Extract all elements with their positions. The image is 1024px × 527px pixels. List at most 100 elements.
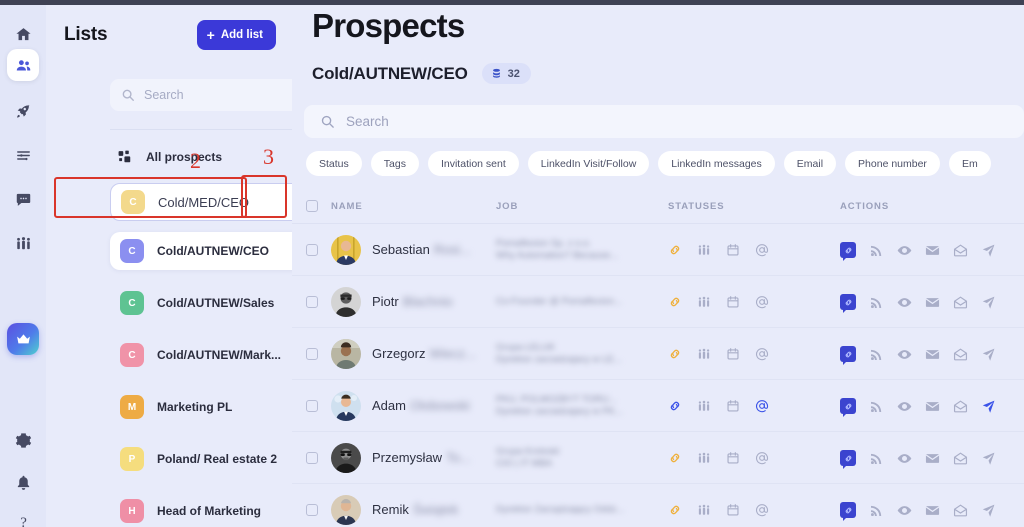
crown-icon[interactable] bbox=[7, 323, 39, 355]
prospects-icon[interactable] bbox=[7, 49, 39, 81]
row-checkbox[interactable] bbox=[306, 296, 318, 308]
linkedin-link-icon[interactable] bbox=[840, 346, 856, 365]
row-checkbox[interactable] bbox=[306, 504, 318, 516]
eye-icon[interactable] bbox=[897, 295, 912, 310]
rss-icon[interactable] bbox=[869, 295, 884, 310]
at-icon[interactable] bbox=[755, 347, 769, 361]
table-row[interactable]: Adam Olobowski PKU, POLMOZBYT TORU... Dyr… bbox=[292, 380, 1024, 432]
open-mail-icon[interactable] bbox=[953, 347, 968, 362]
linkedin-link-icon[interactable] bbox=[840, 450, 856, 469]
filter-chip-email-truncated[interactable]: Em bbox=[948, 151, 991, 176]
link-icon[interactable] bbox=[668, 399, 682, 413]
eye-icon[interactable] bbox=[897, 399, 912, 414]
filter-chip-tags[interactable]: Tags bbox=[370, 151, 419, 176]
link-icon[interactable] bbox=[668, 295, 682, 309]
add-list-button[interactable]: + Add list bbox=[196, 20, 276, 50]
chat-icon[interactable] bbox=[7, 183, 39, 215]
open-mail-icon[interactable] bbox=[953, 399, 968, 414]
mail-icon[interactable] bbox=[925, 347, 940, 362]
filters-icon[interactable] bbox=[7, 139, 39, 171]
people-icon[interactable] bbox=[697, 399, 711, 413]
calendar-icon[interactable] bbox=[726, 295, 740, 309]
mail-icon[interactable] bbox=[925, 243, 940, 258]
at-icon[interactable] bbox=[755, 243, 769, 257]
send-icon[interactable] bbox=[981, 503, 996, 518]
filter-chip-status[interactable]: Status bbox=[306, 151, 362, 176]
list-item-cold-med-ceo[interactable]: C Cold/MED/CEO bbox=[110, 183, 318, 221]
bell-icon[interactable] bbox=[7, 466, 39, 498]
open-mail-icon[interactable] bbox=[953, 243, 968, 258]
people-icon[interactable] bbox=[697, 347, 711, 361]
eye-icon[interactable] bbox=[897, 243, 912, 258]
link-icon[interactable] bbox=[668, 451, 682, 465]
list-item-cold-autnew-sales[interactable]: C Cold/AUTNEW/Sales bbox=[110, 284, 318, 322]
mail-icon[interactable] bbox=[925, 295, 940, 310]
rss-icon[interactable] bbox=[869, 399, 884, 414]
send-icon[interactable] bbox=[981, 451, 996, 466]
send-icon[interactable] bbox=[981, 399, 996, 414]
calendar-icon[interactable] bbox=[726, 347, 740, 361]
list-item-head-of-marketing[interactable]: H Head of Marketing bbox=[110, 492, 318, 527]
table-row[interactable]: Remik Świątek Dyrektor Zarządzający Oddz.… bbox=[292, 484, 1024, 527]
prospects-search-field[interactable]: Search bbox=[304, 105, 1024, 138]
linkedin-link-icon[interactable] bbox=[840, 242, 856, 261]
linkedin-link-icon[interactable] bbox=[840, 398, 856, 417]
select-all-checkbox[interactable] bbox=[306, 200, 318, 212]
send-icon[interactable] bbox=[981, 347, 996, 362]
table-row[interactable]: Przemysław To... Grupa Krotoski CIO | IT … bbox=[292, 432, 1024, 484]
calendar-icon[interactable] bbox=[726, 243, 740, 257]
people-icon[interactable] bbox=[697, 503, 711, 517]
rss-icon[interactable] bbox=[869, 503, 884, 518]
eye-icon[interactable] bbox=[897, 503, 912, 518]
row-checkbox[interactable] bbox=[306, 452, 318, 464]
rss-icon[interactable] bbox=[869, 347, 884, 362]
mail-icon[interactable] bbox=[925, 399, 940, 414]
filter-chip-email[interactable]: Email bbox=[783, 151, 837, 176]
calendar-icon[interactable] bbox=[726, 399, 740, 413]
eye-icon[interactable] bbox=[897, 347, 912, 362]
link-icon[interactable] bbox=[668, 243, 682, 257]
table-row[interactable]: Sebastian Rosi... Pomaflexion Sp. z o.o. … bbox=[292, 224, 1024, 276]
list-item-cold-autnew-mark[interactable]: C Cold/AUTNEW/Mark... bbox=[110, 336, 318, 374]
row-checkbox[interactable] bbox=[306, 400, 318, 412]
team-icon[interactable] bbox=[7, 227, 39, 259]
people-icon[interactable] bbox=[697, 243, 711, 257]
row-checkbox[interactable] bbox=[306, 244, 318, 256]
linkedin-link-icon[interactable] bbox=[840, 502, 856, 521]
list-item-marketing-pl[interactable]: M Marketing PL bbox=[110, 388, 318, 426]
at-icon[interactable] bbox=[755, 503, 769, 517]
at-icon[interactable] bbox=[755, 295, 769, 309]
calendar-icon[interactable] bbox=[726, 451, 740, 465]
mail-icon[interactable] bbox=[925, 503, 940, 518]
rss-icon[interactable] bbox=[869, 451, 884, 466]
send-icon[interactable] bbox=[981, 243, 996, 258]
linkedin-link-icon[interactable] bbox=[840, 294, 856, 313]
open-mail-icon[interactable] bbox=[953, 503, 968, 518]
rocket-icon[interactable] bbox=[7, 95, 39, 127]
link-icon[interactable] bbox=[668, 347, 682, 361]
filter-chip-linkedin-messages[interactable]: LinkedIn messages bbox=[658, 151, 775, 176]
filter-chip-invitation-sent[interactable]: Invitation sent bbox=[427, 151, 519, 176]
table-row[interactable]: Piotr Blachnio Co-Founder @ Pomaflexion..… bbox=[292, 276, 1024, 328]
table-row[interactable]: Grzegorz Wiecz... Grupa LELUK Dyrektor za… bbox=[292, 328, 1024, 380]
row-checkbox[interactable] bbox=[306, 348, 318, 360]
open-mail-icon[interactable] bbox=[953, 451, 968, 466]
help-icon[interactable]: ? bbox=[7, 505, 39, 527]
filter-chip-linkedin-visit-follow[interactable]: LinkedIn Visit/Follow bbox=[527, 151, 650, 176]
gear-icon[interactable] bbox=[7, 424, 39, 456]
sidebar-item-all-prospects[interactable]: All prospects bbox=[110, 146, 310, 168]
home-icon[interactable] bbox=[7, 18, 39, 50]
link-icon[interactable] bbox=[668, 503, 682, 517]
calendar-icon[interactable] bbox=[726, 503, 740, 517]
people-icon[interactable] bbox=[697, 295, 711, 309]
people-icon[interactable] bbox=[697, 451, 711, 465]
open-mail-icon[interactable] bbox=[953, 295, 968, 310]
mail-icon[interactable] bbox=[925, 451, 940, 466]
at-icon[interactable] bbox=[755, 451, 769, 465]
eye-icon[interactable] bbox=[897, 451, 912, 466]
list-item-poland-real-estate-2[interactable]: P Poland/ Real estate 2 bbox=[110, 440, 318, 478]
send-icon[interactable] bbox=[981, 295, 996, 310]
list-item-cold-autnew-ceo[interactable]: C Cold/AUTNEW/CEO bbox=[110, 232, 318, 270]
at-icon[interactable] bbox=[755, 399, 769, 413]
rss-icon[interactable] bbox=[869, 243, 884, 258]
